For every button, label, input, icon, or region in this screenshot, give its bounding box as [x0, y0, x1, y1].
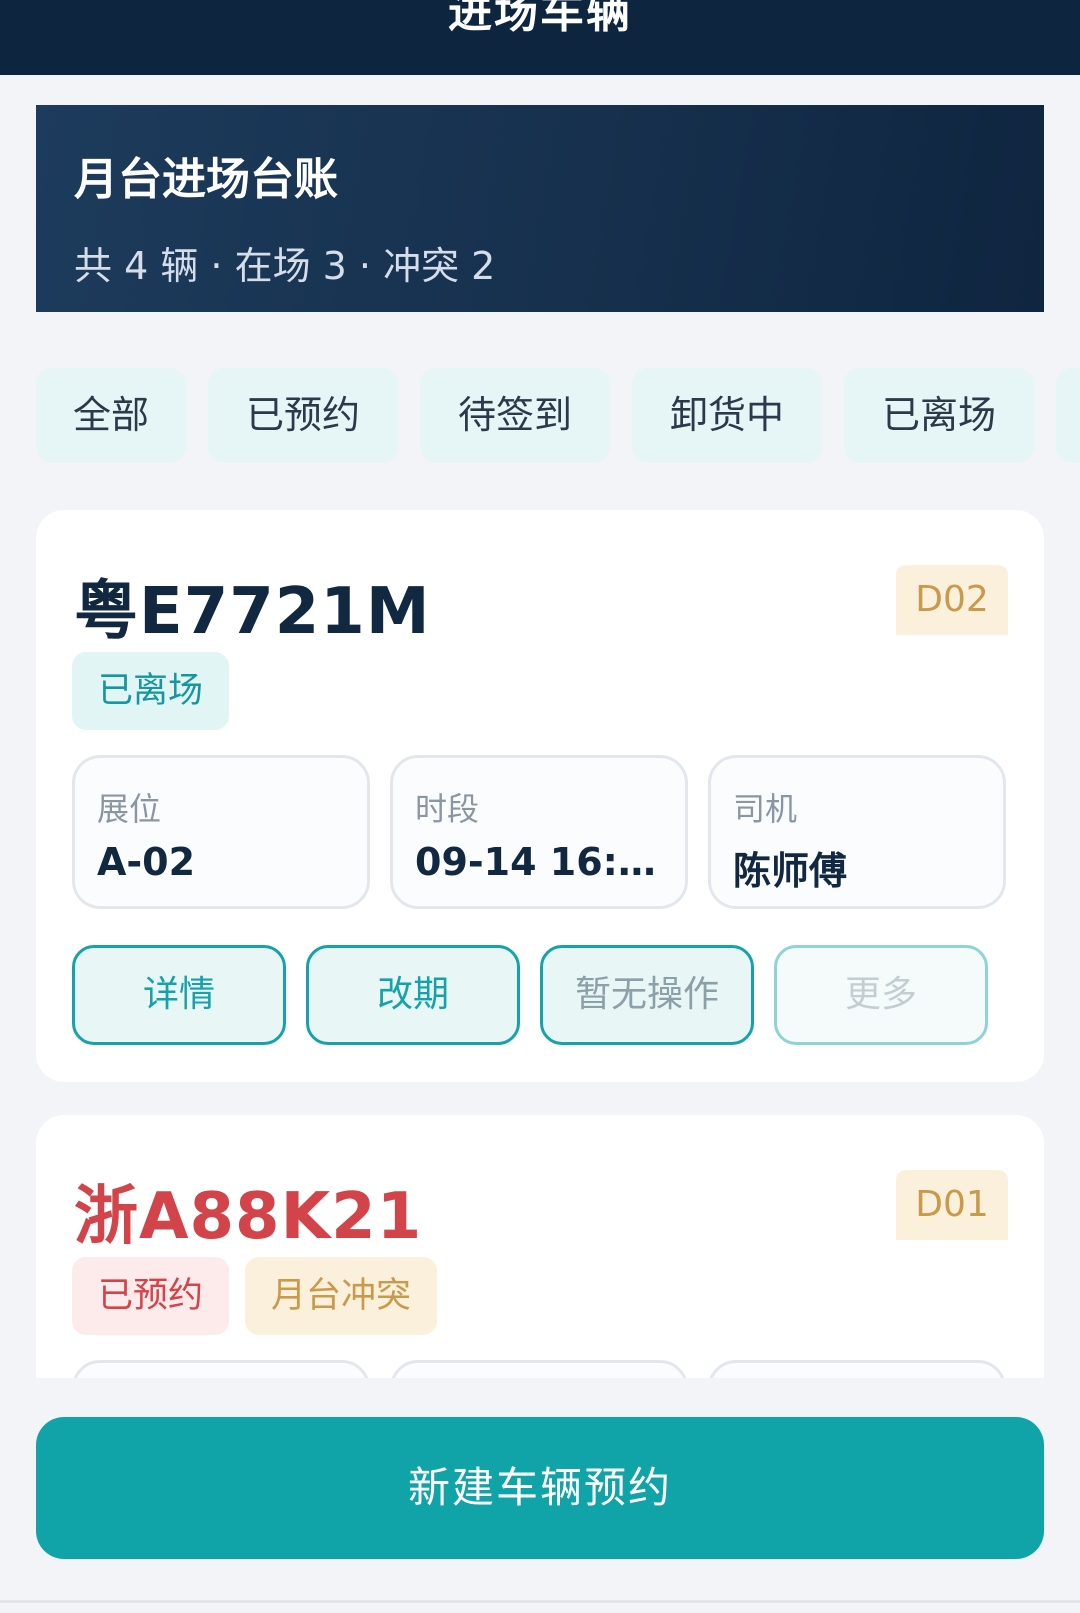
filter-chip-pending-checkin[interactable]: 待签到 [420, 368, 610, 463]
status-filter-bar: 全部 已预约 待签到 卸货中 已离场 [36, 368, 1080, 463]
plate-number: 粤E7721M [74, 575, 431, 649]
info-timeslot [390, 1360, 688, 1378]
info-timeslot: 时段 09-14 16:25… [390, 755, 688, 909]
new-vehicle-booking-button[interactable]: 新建车辆预约 [36, 1417, 1044, 1559]
info-value: 09-14 16:25… [415, 840, 665, 884]
info-value: A-02 [97, 840, 196, 884]
reschedule-button[interactable]: 改期 [306, 945, 520, 1045]
bottom-action-bar: 新建车辆预约 [0, 1378, 1080, 1613]
filter-chip-booked[interactable]: 已预约 [208, 368, 398, 463]
status-badge: 已离场 [72, 652, 230, 730]
card-actions: 详情 改期 暂无操作 更多 [72, 945, 1012, 1045]
dock-badge: D01 [896, 1170, 1008, 1240]
vehicle-list[interactable]: 粤E7721M D02 已离场 展位 A-02 时段 09-14 16:25… … [0, 500, 1080, 1378]
info-booth: 展位 A-02 [72, 755, 370, 909]
no-action-button[interactable]: 暂无操作 [540, 945, 754, 1045]
info-booth [72, 1360, 370, 1378]
dock-badge: D02 [896, 565, 1008, 635]
conflict-badge: 月台冲突 [245, 1257, 438, 1335]
status-badge: 已预约 [72, 1257, 230, 1335]
plate-number: 浙A88K21 [74, 1180, 423, 1254]
info-label: 时段 [415, 790, 480, 828]
filter-chip-departed[interactable]: 已离场 [844, 368, 1034, 463]
info-driver: 司机 陈师傅 [708, 755, 1006, 909]
vehicle-card[interactable]: 浙A88K21 D01 已预约 月台冲突 [36, 1115, 1044, 1378]
details-button[interactable]: 详情 [72, 945, 286, 1045]
summary-banner: 月台进场台账 共 4 辆 · 在场 3 · 冲突 2 [36, 105, 1044, 312]
tag-list: 已离场 [72, 652, 245, 730]
more-button[interactable]: 更多 [774, 945, 988, 1045]
vehicle-card[interactable]: 粤E7721M D02 已离场 展位 A-02 时段 09-14 16:25… … [36, 510, 1044, 1082]
info-label: 司机 [733, 790, 798, 828]
page-title: 进场车辆 [448, 0, 632, 38]
banner-title: 月台进场台账 [74, 154, 338, 205]
filter-chip-all[interactable]: 全部 [36, 368, 186, 463]
info-label: 展位 [97, 790, 162, 828]
top-app-bar: 进场车辆 [0, 0, 1080, 75]
info-driver [708, 1360, 1006, 1378]
divider [0, 1600, 1080, 1603]
banner-summary: 共 4 辆 · 在场 3 · 冲突 2 [74, 244, 496, 288]
filter-chip-unloading[interactable]: 卸货中 [632, 368, 822, 463]
tag-list: 已预约 月台冲突 [72, 1257, 453, 1335]
info-value: 陈师傅 [733, 849, 848, 893]
filter-chip-overflow[interactable] [1056, 368, 1080, 463]
